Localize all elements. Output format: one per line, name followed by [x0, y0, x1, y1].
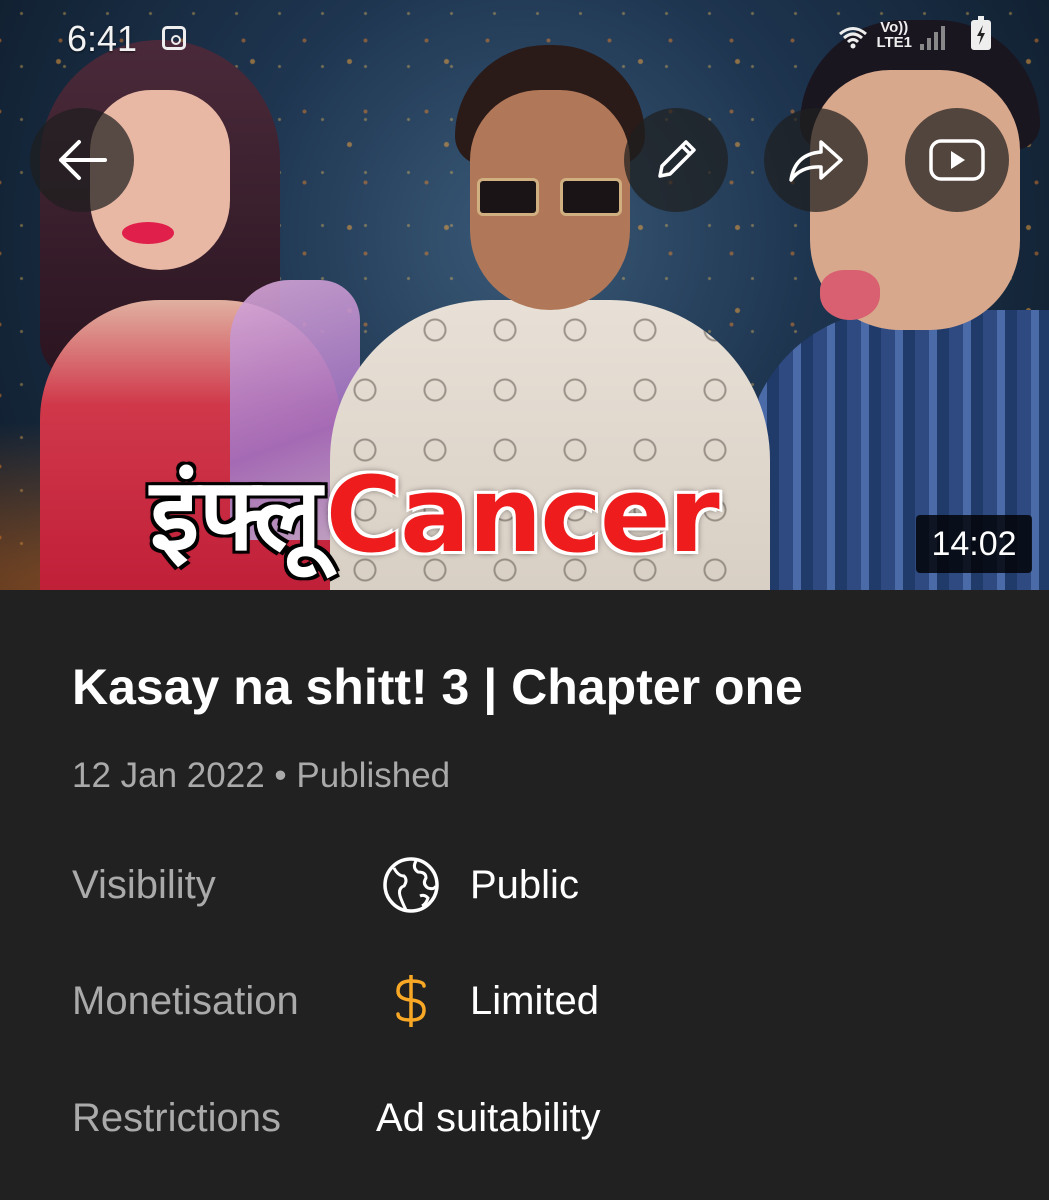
back-button[interactable]	[30, 108, 134, 212]
play-on-youtube-button[interactable]	[905, 108, 1009, 212]
restrictions-value: Ad suitability	[376, 1095, 601, 1140]
notification-icon	[162, 26, 186, 50]
pencil-icon	[658, 140, 696, 178]
lte-label: LTE1	[876, 34, 912, 51]
publish-status: Published	[296, 756, 451, 795]
visibility-label: Visibility	[72, 862, 216, 907]
edit-button[interactable]	[624, 108, 728, 212]
status-time: 6:41	[67, 18, 138, 59]
thumbnail-title-english: Cancer	[325, 454, 720, 576]
monetisation-value: Limited	[470, 978, 599, 1023]
publish-date: 12 Jan 2022	[72, 756, 265, 795]
volte-label: Vo))	[880, 19, 909, 36]
thumbnail-title-art: इंफ्लू Cancer	[150, 454, 720, 576]
arrow-left-icon	[59, 140, 107, 180]
wifi-icon	[838, 24, 868, 50]
monetisation-label: Monetisation	[72, 978, 299, 1023]
restrictions-label: Restrictions	[72, 1095, 281, 1140]
video-meta: 12 Jan 2022 • Published	[72, 756, 450, 796]
signal-icon	[920, 24, 945, 50]
video-title: Kasay na shitt! 3 | Chapter one	[72, 659, 803, 715]
share-arrow-icon	[789, 140, 843, 182]
meta-separator: •	[274, 756, 287, 795]
globe-icon	[381, 855, 441, 915]
video-duration: 14:02	[916, 515, 1032, 573]
battery-charging-icon	[971, 16, 991, 50]
youtube-play-icon	[929, 139, 985, 181]
visibility-value: Public	[470, 862, 579, 907]
network-type: Vo)) LTE1	[876, 20, 912, 50]
share-button[interactable]	[764, 108, 868, 212]
dollar-icon	[381, 971, 441, 1031]
thumbnail-title-hindi: इंफ्लू	[150, 456, 322, 573]
status-indicators: Vo)) LTE1	[838, 16, 991, 50]
video-thumbnail[interactable]: इंफ्लू Cancer 6:41 Vo)) LTE1 14:02	[0, 0, 1049, 590]
